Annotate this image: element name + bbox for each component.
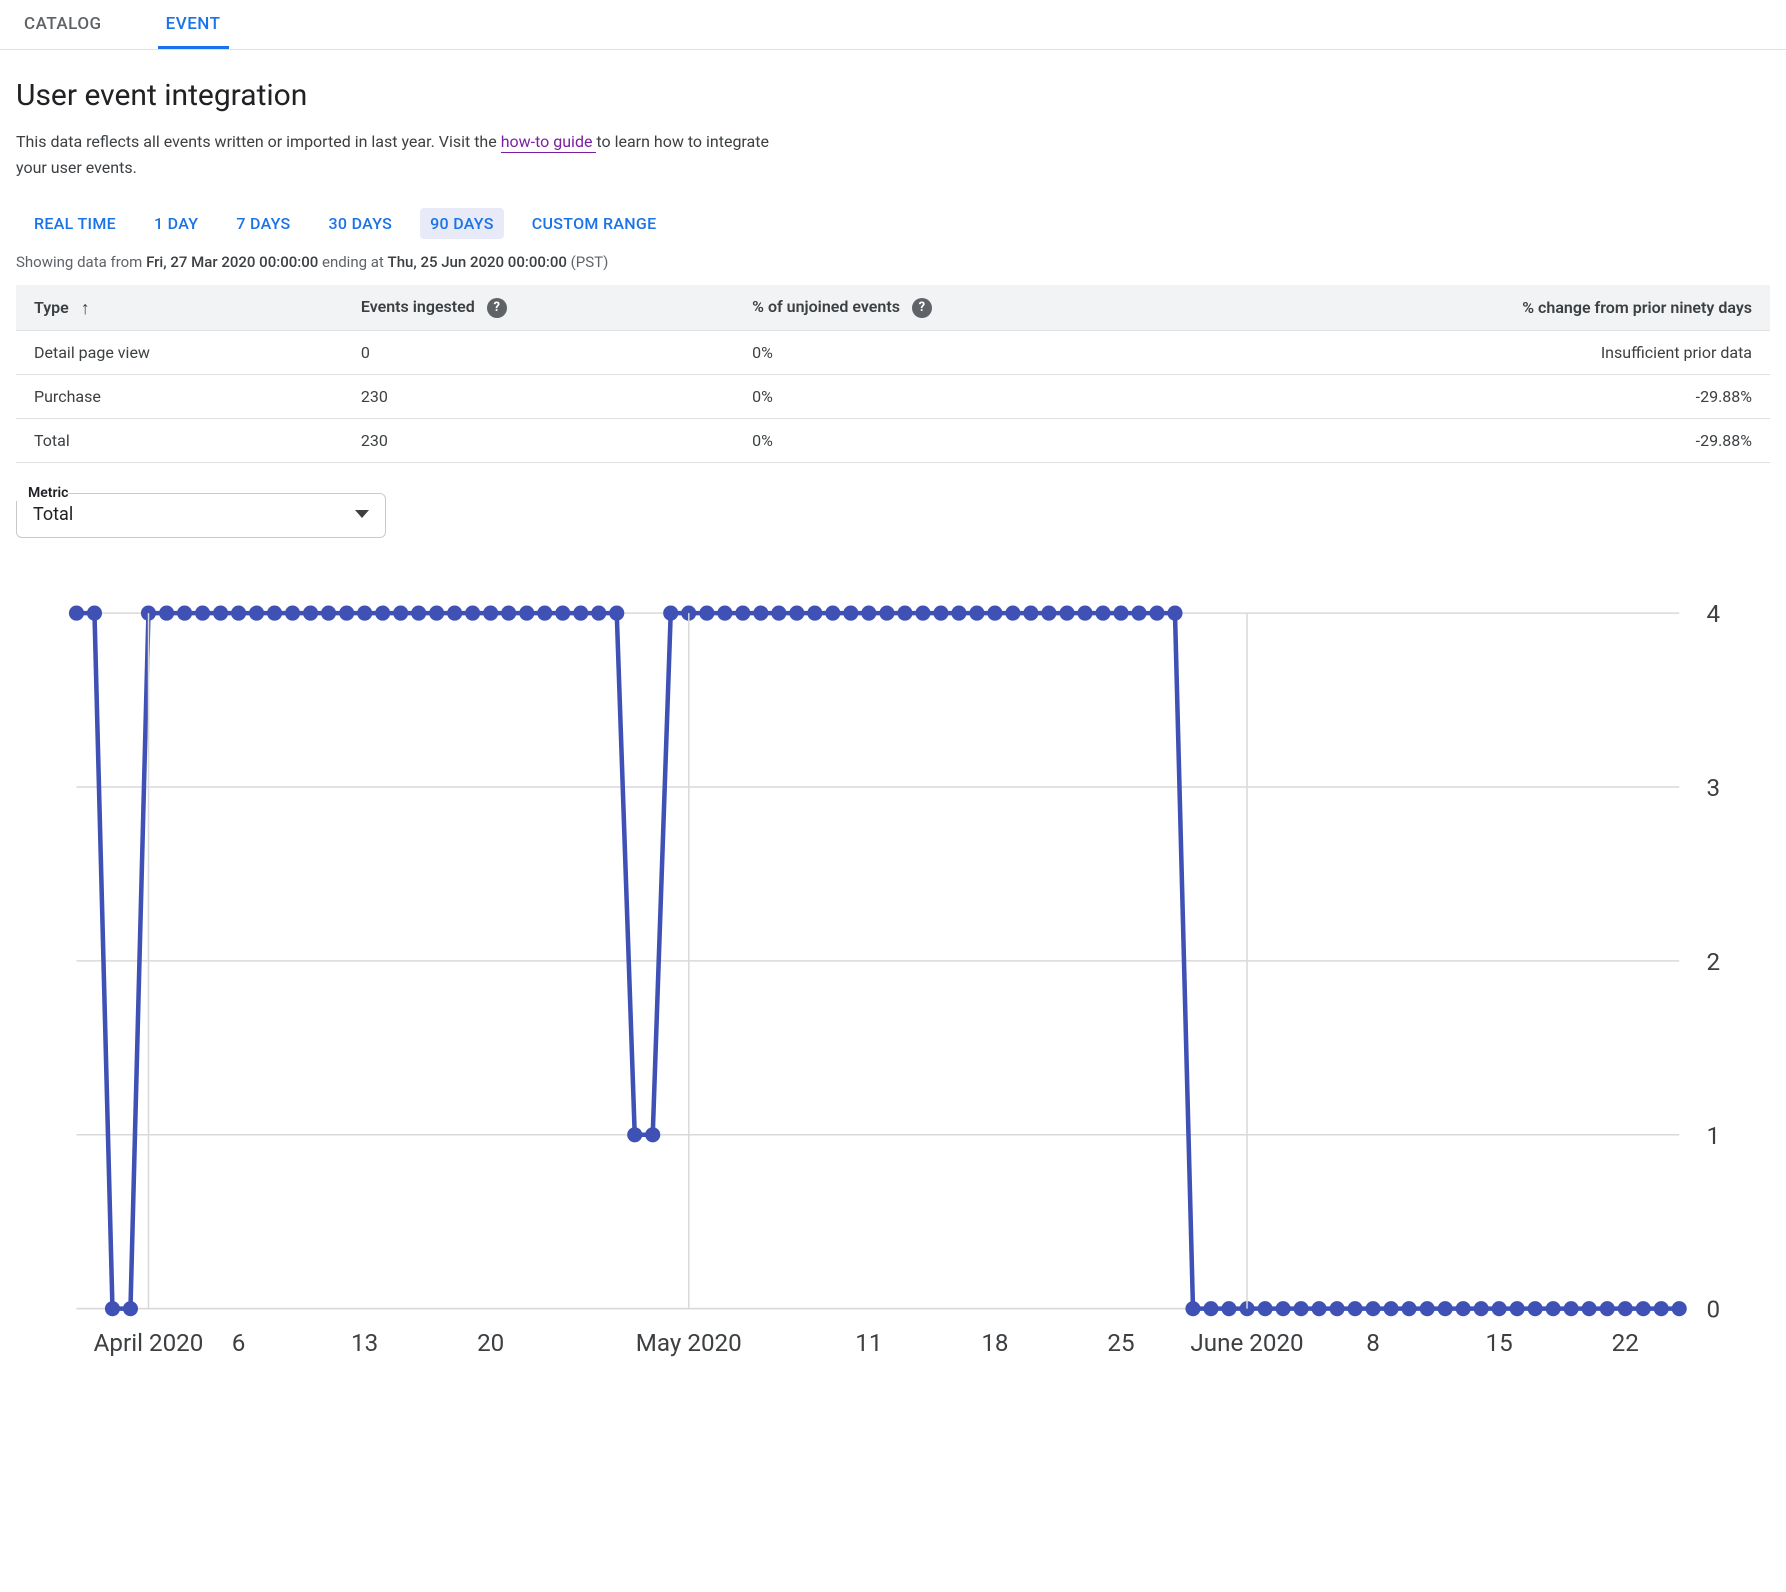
date-range-text: Showing data from Fri, 27 Mar 2020 00:00… [16, 253, 1770, 271]
svg-text:0: 0 [1706, 1296, 1720, 1324]
svg-text:April 2020: April 2020 [94, 1329, 204, 1357]
tab-catalog[interactable]: CATALOG [16, 0, 110, 49]
range-custom[interactable]: CUSTOM RANGE [522, 208, 667, 239]
svg-text:13: 13 [351, 1329, 378, 1357]
svg-text:3: 3 [1706, 774, 1720, 802]
range-real-time[interactable]: REAL TIME [24, 208, 126, 239]
help-icon[interactable]: ? [487, 298, 507, 318]
svg-text:6: 6 [232, 1329, 246, 1357]
desc-text-pre: This data reflects all events written or… [16, 132, 501, 151]
svg-text:11: 11 [855, 1329, 882, 1357]
how-to-guide-link[interactable]: how-to guide [501, 132, 597, 153]
chart-area: 0 1 2 3 4 April 2020 6 13 20 May 2020 11 18 25 June 2… [16, 598, 1770, 1384]
svg-text:May 2020: May 2020 [636, 1329, 742, 1357]
range-7-days[interactable]: 7 DAYS [226, 208, 300, 239]
svg-text:18: 18 [981, 1329, 1008, 1357]
svg-text:15: 15 [1486, 1329, 1513, 1357]
range-30-days[interactable]: 30 DAYS [319, 208, 403, 239]
tab-event[interactable]: EVENT [158, 0, 229, 49]
svg-text:20: 20 [477, 1329, 504, 1357]
col-change[interactable]: % change from prior ninety days [1198, 285, 1770, 330]
metric-value: Total [33, 504, 73, 525]
range-90-days[interactable]: 90 DAYS [420, 208, 504, 239]
svg-text:2: 2 [1706, 948, 1720, 976]
events-line-chart: 0 1 2 3 4 April 2020 6 13 20 May 2020 11 18 25 June 2… [16, 598, 1770, 1384]
svg-text:8: 8 [1366, 1329, 1380, 1357]
top-tabs: CATALOG EVENT [0, 0, 1786, 50]
col-type[interactable]: Type ↑ [16, 285, 343, 330]
time-range-bar: REAL TIME 1 DAY 7 DAYS 30 DAYS 90 DAYS C… [16, 208, 1770, 239]
page-description: This data reflects all events written or… [16, 129, 796, 180]
range-1-day[interactable]: 1 DAY [144, 208, 208, 239]
table-row: Detail page view 0 0% Insufficient prior… [16, 330, 1770, 374]
chevron-down-icon [355, 510, 369, 518]
svg-text:25: 25 [1107, 1329, 1134, 1357]
table-row: Purchase 230 0% -29.88% [16, 374, 1770, 418]
col-events-ingested[interactable]: Events ingested ? [343, 285, 734, 330]
svg-text:June 2020: June 2020 [1190, 1329, 1303, 1357]
page-title: User event integration [16, 78, 1770, 113]
events-table: Type ↑ Events ingested ? % of unjoined e… [16, 285, 1770, 463]
svg-text:1: 1 [1706, 1122, 1720, 1150]
help-icon[interactable]: ? [912, 298, 932, 318]
metric-select[interactable]: Total [16, 493, 386, 538]
svg-text:22: 22 [1612, 1329, 1639, 1357]
table-row: Total 230 0% -29.88% [16, 418, 1770, 462]
col-unjoined[interactable]: % of unjoined events ? [734, 285, 1198, 330]
metric-label: Metric [16, 485, 68, 501]
svg-text:4: 4 [1706, 600, 1720, 628]
